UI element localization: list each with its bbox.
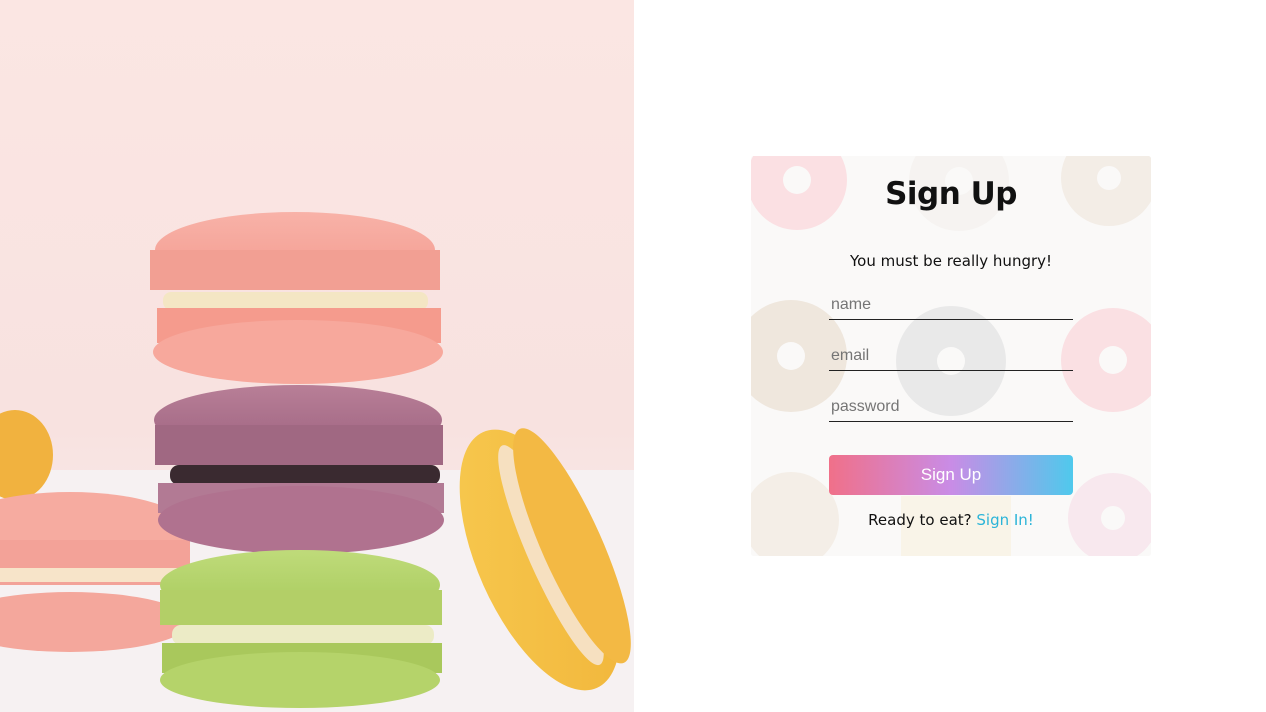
signup-form: Sign Up You must be really hungry! Sign …	[751, 156, 1151, 556]
name-input[interactable]	[829, 290, 1073, 320]
signup-title: Sign Up	[885, 176, 1017, 212]
signin-prompt: Ready to eat? Sign In!	[751, 511, 1151, 529]
signup-card: Sign Up You must be really hungry! Sign …	[751, 156, 1151, 556]
signup-page: Sign Up You must be really hungry! Sign …	[0, 0, 1266, 712]
password-input[interactable]	[829, 392, 1073, 422]
email-input[interactable]	[829, 341, 1073, 371]
signup-subtitle: You must be really hungry!	[849, 252, 1053, 270]
macarons-hero-image	[0, 0, 634, 712]
signup-button[interactable]: Sign Up	[829, 455, 1073, 495]
signin-prompt-text: Ready to eat?	[868, 511, 972, 529]
signin-link[interactable]: Sign In!	[976, 511, 1033, 529]
